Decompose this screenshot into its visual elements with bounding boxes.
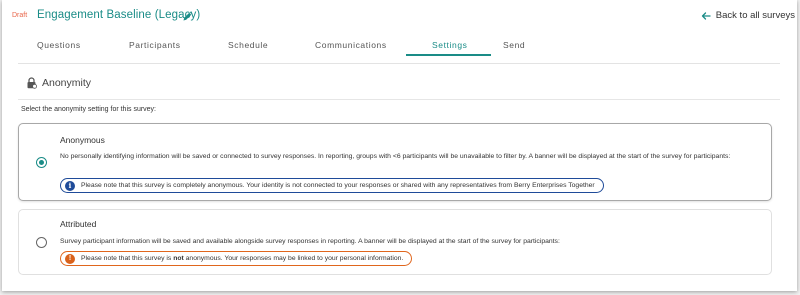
tab-schedule[interactable]: Schedule — [228, 40, 268, 50]
divider — [18, 99, 780, 100]
pencil-icon[interactable] — [182, 10, 194, 22]
anonymous-banner-preview: i Please note that this survey is comple… — [60, 178, 604, 193]
option-description: No personally identifying information wi… — [60, 153, 731, 160]
tab-bar: Questions Participants Schedule Communic… — [2, 34, 797, 56]
anonymity-section: Anonymity Select the anonymity setting f… — [18, 63, 780, 287]
arrow-left-icon — [701, 11, 711, 20]
banner-text-start: Please note that this survey is — [81, 255, 174, 262]
section-header: Anonymity — [26, 77, 91, 89]
banner-text: Please note that this survey is not anon… — [81, 255, 403, 262]
section-title: Anonymity — [42, 77, 92, 89]
option-title: Anonymous — [60, 135, 105, 145]
option-title: Attributed — [60, 219, 97, 229]
option-description: Survey participant information will be s… — [60, 238, 560, 245]
radio-anonymous[interactable] — [36, 157, 47, 168]
tab-settings[interactable]: Settings — [432, 40, 468, 50]
banner-text-end: anonymous. Your responses may be linked … — [183, 255, 404, 262]
option-attributed[interactable]: Attributed Survey participant informatio… — [18, 209, 772, 275]
lock-icon — [27, 77, 37, 89]
warning-icon: ! — [65, 253, 75, 264]
banner-text: Please note that this survey is complete… — [81, 182, 595, 189]
tab-questions[interactable]: Questions — [37, 40, 81, 50]
page-header: Draft Engagement Baseline (Legacy) Back … — [2, 0, 797, 34]
option-anonymous[interactable]: Anonymous No personally identifying info… — [18, 123, 772, 201]
tab-send[interactable]: Send — [503, 40, 525, 50]
info-icon: i — [65, 180, 75, 191]
attributed-banner-preview: ! Please note that this survey is not an… — [60, 251, 413, 266]
tab-participants[interactable]: Participants — [129, 40, 181, 50]
radio-attributed[interactable] — [36, 237, 47, 248]
survey-settings-window: Draft Engagement Baseline (Legacy) Back … — [2, 0, 797, 291]
status-badge: Draft — [12, 12, 28, 19]
back-to-surveys-link[interactable]: Back to all surveys — [701, 10, 795, 21]
banner-text-emphasis: not — [173, 255, 184, 262]
page-title: Engagement Baseline (Legacy) — [37, 9, 201, 21]
back-link-label: Back to all surveys — [715, 10, 795, 21]
instruction-text: Select the anonymity setting for this su… — [21, 106, 157, 113]
active-tab-indicator — [406, 54, 491, 56]
tab-communications[interactable]: Communications — [315, 40, 387, 50]
